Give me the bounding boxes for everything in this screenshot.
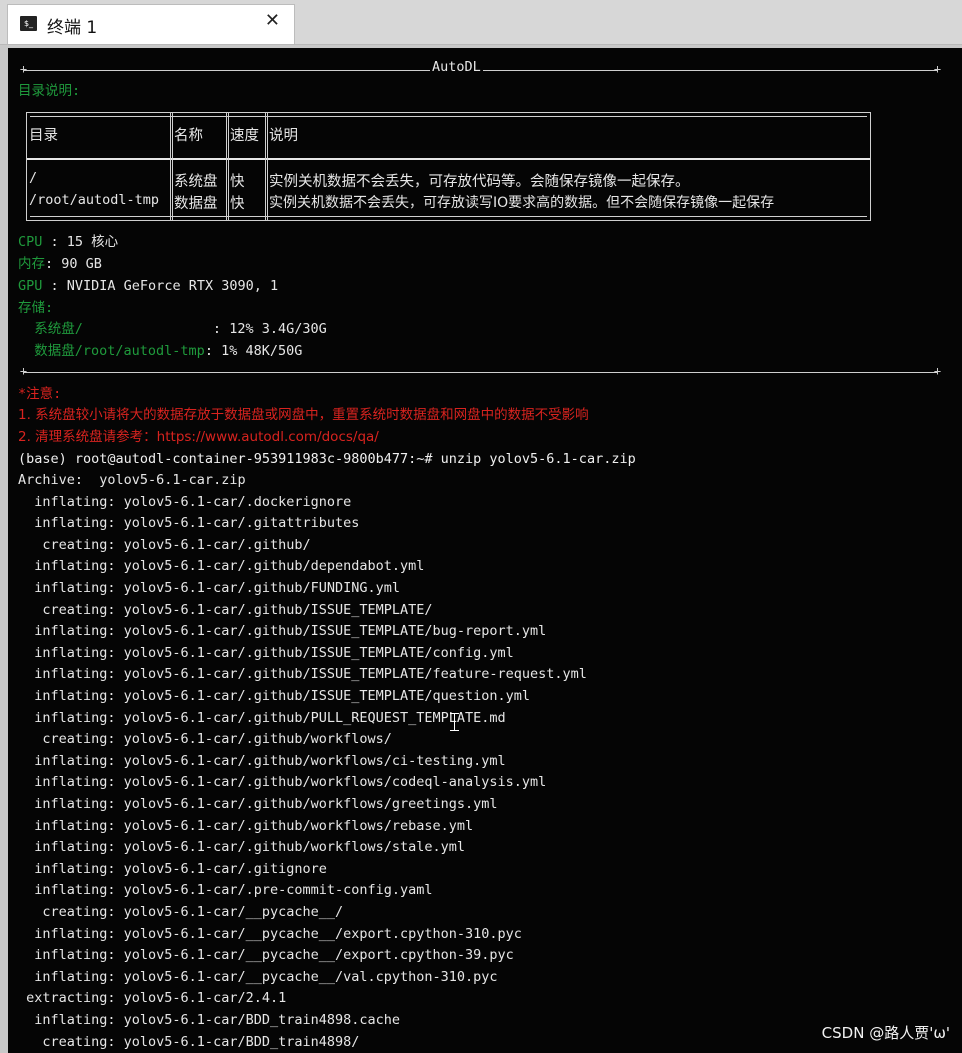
- output-line: inflating: yolov5-6.1-car/__pycache__/ex…: [18, 925, 522, 942]
- tab-bar: $_ 终端 1 ✕: [0, 0, 962, 45]
- output-line: inflating: yolov5-6.1-car/.github/workfl…: [18, 752, 506, 769]
- output-line: inflating: yolov5-6.1-car/BDD_train4898.…: [18, 1012, 401, 1028]
- rule-corner-left: +: [19, 364, 28, 378]
- output-line: inflating: yolov5-6.1-car/__pycache__/ex…: [18, 947, 514, 964]
- command-text: unzip yolov5-6.1-car.zip: [440, 451, 636, 467]
- spec-gpu: GPU : NVIDIA GeForce RTX 3090, 1: [18, 276, 278, 297]
- tab-terminal-1[interactable]: $_ 终端 1 ✕: [7, 4, 295, 44]
- spec-key: 内存: [18, 256, 45, 272]
- table-cell: 系统盘: [174, 174, 218, 190]
- output-line: creating: yolov5-6.1-car/__pycache__/: [18, 904, 344, 920]
- table-cell: /root/autodl-tmp: [29, 192, 160, 208]
- column-divider: [226, 113, 229, 220]
- column-divider: [170, 113, 173, 220]
- table-border-bottom: [30, 216, 867, 217]
- table-cell: 数据盘: [174, 196, 218, 212]
- table-cell: 快: [230, 174, 245, 190]
- output-line: inflating: yolov5-6.1-car/.github/ISSUE_…: [18, 688, 531, 704]
- output-line: inflating: yolov5-6.1-car/.github/workfl…: [18, 817, 474, 834]
- spec-sep: :: [42, 278, 67, 294]
- rule-corner-left: +: [19, 62, 28, 76]
- storage-title: 存储:: [18, 300, 54, 316]
- close-icon[interactable]: ✕: [265, 10, 280, 31]
- output-line: inflating: yolov5-6.1-car/.github/ISSUE_…: [18, 666, 587, 683]
- notice-title: *注意:: [18, 386, 62, 402]
- output-line: Archive: yolov5-6.1-car.zip: [18, 472, 246, 488]
- output-line: creating: yolov5-6.1-car/.github/workflo…: [18, 731, 392, 748]
- output-line: inflating: yolov5-6.1-car/.github/PULL_R…: [18, 709, 506, 726]
- table-header-speed: 速度: [230, 128, 259, 144]
- output-line: inflating: yolov5-6.1-car/.github/workfl…: [18, 839, 466, 856]
- table-cell: 实例关机数据不会丢失，可存放代码等。会随保存镜像一起保存。: [269, 174, 690, 190]
- output-line: creating: yolov5-6.1-car/.github/ISSUE_T…: [18, 601, 433, 618]
- table-cell: /: [29, 170, 38, 186]
- watermark: CSDN @路人贾'ω': [821, 1024, 950, 1042]
- output-line: inflating: yolov5-6.1-car/.github/workfl…: [18, 796, 498, 812]
- directory-table: 目录 名称 速度 说明 / 系统盘 快 实例关机数据不会丢失，可存放代码等。会随…: [26, 112, 871, 221]
- spec-value: 15 核心: [66, 234, 119, 250]
- spec-key: CPU: [18, 234, 43, 250]
- storage-key: 系统盘/: [18, 321, 83, 337]
- output-line: inflating: yolov5-6.1-car/.github/FUNDIN…: [18, 580, 401, 596]
- storage-system: 系统盘/ : 12% 3.4G/30G: [18, 319, 327, 340]
- output-line: inflating: yolov5-6.1-car/.gitignore: [18, 860, 327, 877]
- output-line: inflating: yolov5-6.1-car/.pre-commit-co…: [18, 882, 433, 899]
- banner-label: AutoDL: [430, 59, 483, 75]
- terminal-output[interactable]: + + AutoDL 目录说明: 目录 名称 速度 说明 / 系统盘 快 实例关…: [8, 48, 962, 1053]
- text-cursor-icon: [450, 713, 459, 731]
- spec-sep: :: [45, 256, 62, 272]
- table-header-dir: 目录: [29, 128, 58, 144]
- rule-corner-right: +: [933, 364, 942, 378]
- storage-value: : 12% 3.4G/30G: [82, 321, 327, 337]
- dir-title: 目录说明:: [18, 83, 81, 99]
- storage-value: : 1% 48K/50G: [204, 343, 303, 359]
- command-prompt: (base) root@autodl-container-953911983c-…: [18, 449, 636, 470]
- output-line: inflating: yolov5-6.1-car/.github/workfl…: [18, 774, 547, 791]
- output-line: inflating: yolov5-6.1-car/__pycache__/va…: [18, 968, 498, 985]
- table-header-name: 名称: [174, 128, 203, 144]
- storage-data: 数据盘/root/autodl-tmp: 1% 48K/50G: [18, 341, 302, 362]
- notice-line: 1. 系统盘较小请将大的数据存放于数据盘或网盘中，重置系统时数据盘和网盘中的数据…: [18, 407, 589, 423]
- spec-key: GPU: [18, 278, 43, 294]
- column-divider: [265, 113, 268, 220]
- spec-value: 90 GB: [61, 256, 102, 272]
- rule-corner-right: +: [933, 62, 942, 76]
- output-line: inflating: yolov5-6.1-car/.dockerignore: [18, 493, 352, 510]
- spec-cpu: CPU : 15 核心: [18, 232, 118, 253]
- table-border-top: [30, 116, 867, 117]
- output-line: inflating: yolov5-6.1-car/.github/ISSUE_…: [18, 623, 547, 640]
- output-line: inflating: yolov5-6.1-car/.github/ISSUE_…: [18, 644, 514, 661]
- prompt-text: (base) root@autodl-container-953911983c-…: [18, 451, 441, 467]
- output-line: inflating: yolov5-6.1-car/.github/depend…: [18, 558, 425, 575]
- table-header-divider: [27, 158, 870, 160]
- storage-key: 数据盘/root/autodl-tmp: [18, 343, 205, 359]
- notice-line: 2. 清理系统盘请参考：https://www.autodl.com/docs/…: [18, 429, 379, 445]
- tab-title: 终端 1: [47, 18, 98, 38]
- divider-bottom: [24, 372, 937, 373]
- table-header-desc: 说明: [269, 128, 298, 144]
- output-line: inflating: yolov5-6.1-car/.gitattributes: [18, 515, 360, 532]
- table-cell: 快: [230, 196, 245, 212]
- terminal-icon: $_: [20, 16, 37, 31]
- spec-memory: 内存: 90 GB: [18, 254, 102, 275]
- spec-value: NVIDIA GeForce RTX 3090, 1: [66, 278, 279, 294]
- output-line: creating: yolov5-6.1-car/BDD_train4898/: [18, 1033, 360, 1050]
- table-cell: 实例关机数据不会丢失，可存放读写IO要求高的数据。但不会随保存镜像一起保存: [269, 195, 775, 211]
- output-line: creating: yolov5-6.1-car/.github/: [18, 536, 311, 553]
- output-line: extracting: yolov5-6.1-car/2.4.1: [18, 990, 287, 1007]
- spec-sep: :: [42, 234, 67, 250]
